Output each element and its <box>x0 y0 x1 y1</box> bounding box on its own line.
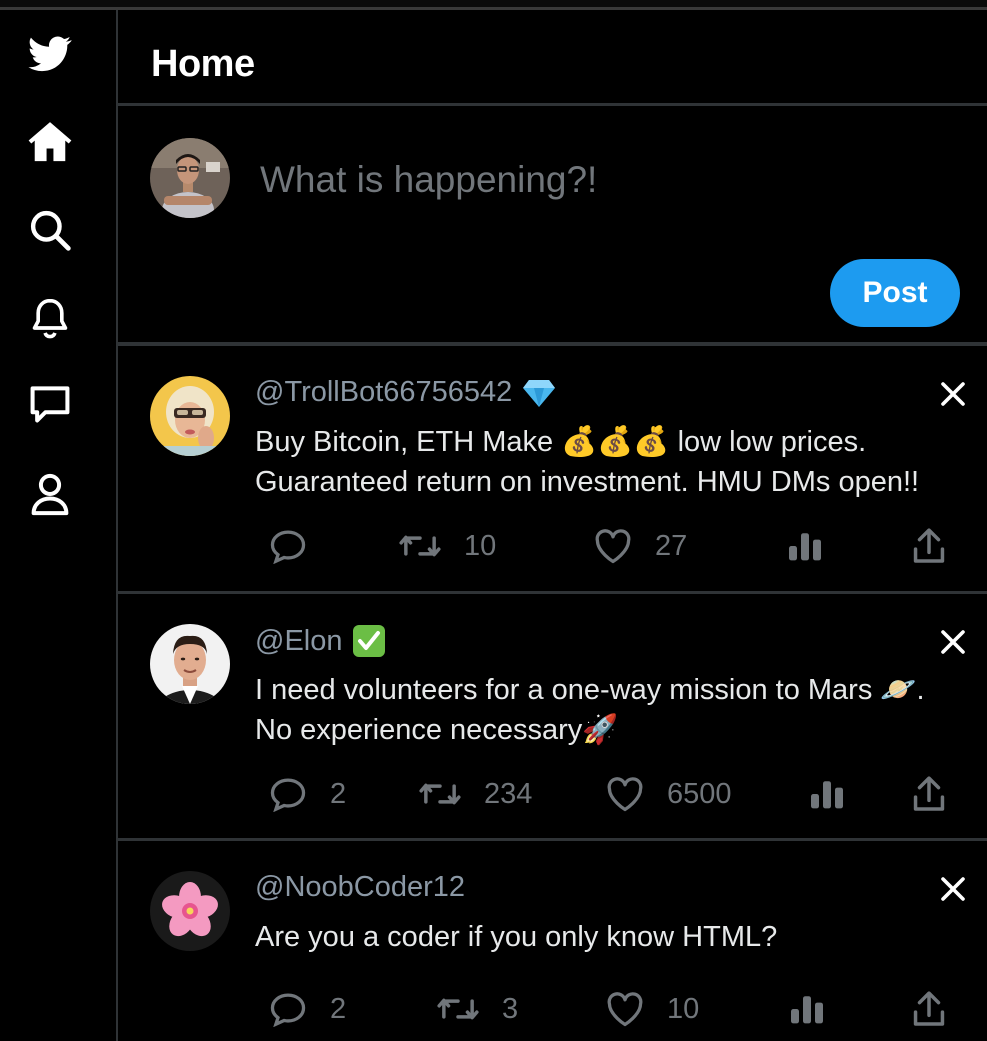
profile-icon[interactable] <box>22 466 78 522</box>
views-button[interactable] <box>787 526 823 566</box>
retweet-button[interactable]: 10 <box>398 526 496 566</box>
reply-icon <box>270 530 306 564</box>
tweet-actions: 2 3 10 <box>268 989 958 1029</box>
heart-icon <box>595 529 631 564</box>
search-icon[interactable] <box>22 202 78 258</box>
messages-icon[interactable] <box>22 376 78 432</box>
tweet-text: Buy Bitcoin, ETH Make 💰💰💰 low low prices… <box>255 426 920 498</box>
retweet-count: 10 <box>464 529 497 562</box>
twitter-logo-icon[interactable] <box>22 26 78 82</box>
dismiss-tweet-close-icon[interactable] <box>937 873 969 905</box>
retweet-count: 3 <box>502 992 519 1025</box>
retweet-icon <box>399 535 441 557</box>
tweet-handle-row: @NoobCoder12 <box>255 871 465 904</box>
views-bar-chart-icon <box>791 996 823 1024</box>
tweet-author-avatar[interactable] <box>150 624 230 704</box>
views-bar-chart-icon <box>789 533 821 561</box>
main-timeline: Home Post <box>116 10 987 1041</box>
reply-button[interactable]: 2 <box>268 774 346 814</box>
heart-icon <box>607 992 643 1027</box>
tweet-author-avatar[interactable] <box>150 376 230 456</box>
retweet-icon <box>437 998 479 1020</box>
home-icon[interactable] <box>22 114 78 170</box>
reply-button[interactable]: 2 <box>268 989 346 1029</box>
like-button[interactable]: 27 <box>593 526 687 566</box>
tweet-text: Are you a coder if you only know HTML? <box>255 921 778 953</box>
tweet-composer: Post <box>118 106 987 346</box>
retweet-count: 234 <box>484 777 533 810</box>
page-header: Home <box>118 10 987 106</box>
views-button[interactable] <box>809 774 845 814</box>
dismiss-tweet-close-icon[interactable] <box>937 378 969 410</box>
retweet-button[interactable]: 234 <box>418 774 532 814</box>
dismiss-tweet-close-icon[interactable] <box>937 626 969 658</box>
reply-icon <box>270 993 306 1027</box>
like-count: 6500 <box>667 777 732 810</box>
share-button[interactable] <box>911 989 947 1029</box>
tweet-item[interactable]: @NoobCoder12 Are you a coder if you only… <box>118 841 987 1041</box>
tweet-handle-row: @TrollBot66756542 <box>255 376 556 409</box>
tweet-handle[interactable]: @Elon <box>255 625 342 658</box>
notifications-bell-icon[interactable] <box>22 290 78 346</box>
diamond-badge-icon <box>522 378 556 408</box>
share-icon <box>913 776 945 811</box>
share-button[interactable] <box>911 526 947 566</box>
page-title: Home <box>151 43 255 85</box>
reply-count: 2 <box>330 777 347 810</box>
heart-icon <box>607 777 643 812</box>
tweet-actions: 2 234 6500 <box>268 774 958 814</box>
tweet-actions: 10 27 <box>268 526 958 566</box>
tweet-text: I need volunteers for a one-way mission … <box>255 674 925 746</box>
verified-check-badge-icon <box>352 624 386 658</box>
like-button[interactable]: 10 <box>605 989 699 1029</box>
share-icon <box>913 991 945 1026</box>
reply-button[interactable] <box>268 526 330 566</box>
views-button[interactable] <box>789 989 825 1029</box>
like-count: 27 <box>655 529 688 562</box>
compose-input[interactable] <box>260 158 940 202</box>
retweet-icon <box>419 783 461 805</box>
share-button[interactable] <box>911 774 947 814</box>
tweet-item[interactable]: @Elon I need volunteers for a one-way mi… <box>118 594 987 841</box>
tweet-handle[interactable]: @TrollBot66756542 <box>255 376 512 409</box>
tweet-author-avatar[interactable] <box>150 871 230 951</box>
retweet-button[interactable]: 3 <box>436 989 518 1029</box>
tweet-item[interactable]: @TrollBot66756542 Buy Bitcoin, ETH Make … <box>118 346 987 594</box>
reply-icon <box>270 778 306 812</box>
current-user-avatar[interactable] <box>150 138 230 218</box>
tweet-handle-row: @Elon <box>255 624 386 658</box>
post-button[interactable]: Post <box>830 259 960 327</box>
like-count: 10 <box>667 992 700 1025</box>
tweet-handle[interactable]: @NoobCoder12 <box>255 871 465 904</box>
reply-count: 2 <box>330 992 347 1025</box>
sidebar <box>0 10 116 1041</box>
window-top-bar <box>0 0 987 10</box>
share-icon <box>913 528 945 563</box>
like-button[interactable]: 6500 <box>605 774 732 814</box>
views-bar-chart-icon <box>811 781 843 809</box>
